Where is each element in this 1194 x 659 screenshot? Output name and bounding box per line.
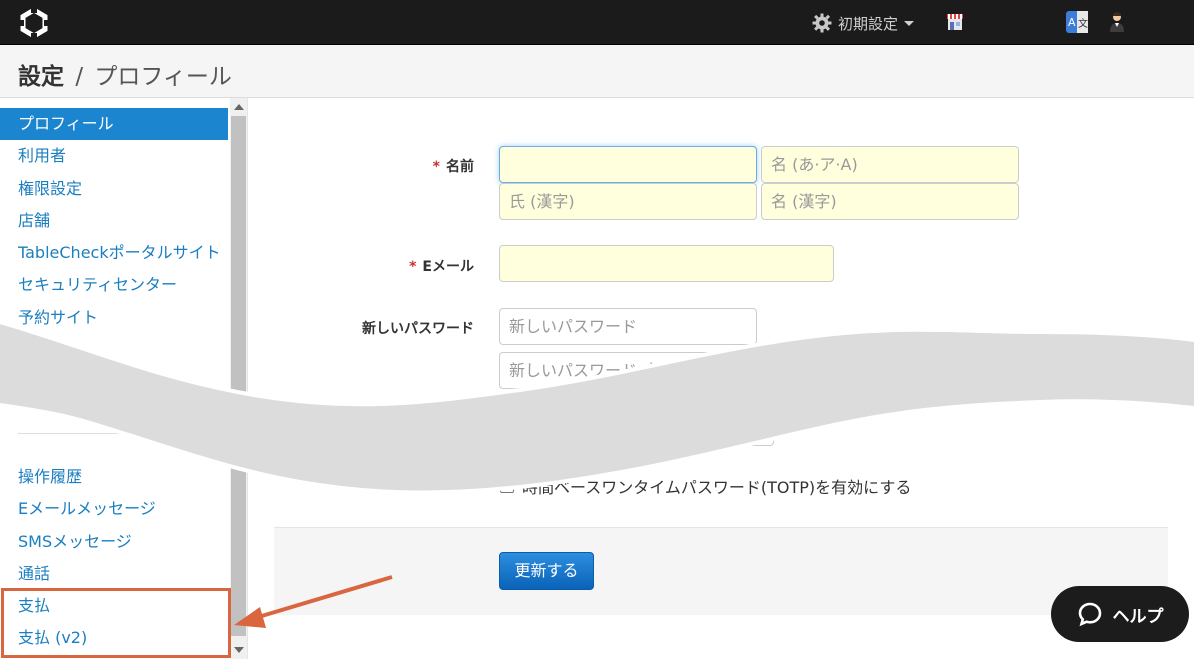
update-button[interactable]: 更新する [499, 552, 594, 590]
breadcrumb-separator: / [75, 64, 84, 90]
totp-label: 時間ベースワンタイムパスワード(TOTP)を有効にする [522, 478, 912, 497]
help-button[interactable]: ヘルプ [1051, 586, 1189, 642]
chat-bubble-icon [1078, 602, 1101, 627]
sidebar: プロフィール 利用者 権限設定 店舗 TableCheckポータルサイト セキュ… [0, 98, 248, 659]
sidebar-scrollbar[interactable] [230, 98, 247, 659]
svg-text:A: A [1068, 16, 1076, 29]
sidebar-item-booking-site[interactable]: 予約サイト [0, 302, 228, 334]
sidebar-item-portal[interactable]: TableCheckポータルサイト [0, 237, 228, 269]
settings-label: 初期設定 [838, 14, 899, 33]
top-navbar: 初期設定 A 文 [0, 0, 1194, 45]
confirm-password-input[interactable]: 新しいパスワード（確 [499, 352, 757, 389]
user-avatar-icon[interactable] [1107, 11, 1127, 33]
last-name-kanji-input[interactable]: 氏 (漢字) [499, 183, 757, 220]
sidebar-item-security-center[interactable]: セキュリティセンター [0, 269, 228, 301]
page-header: 設定 / プロフィール [0, 45, 1194, 98]
store-icon[interactable] [945, 12, 965, 32]
sidebar-item-audit-log[interactable]: 操作履歴 [0, 461, 228, 493]
first-name-kana-input[interactable]: 名 (あ·ア·A) [761, 146, 1019, 183]
scroll-thumb[interactable] [231, 116, 246, 636]
scroll-down-arrow-icon[interactable] [234, 647, 244, 653]
sidebar-menu: プロフィール 利用者 権限設定 店舗 TableCheckポータルサイト セキュ… [0, 108, 228, 334]
form-actions [274, 527, 1168, 615]
last-name-kana-input[interactable] [499, 146, 757, 183]
name-label: * 名前 [432, 159, 474, 175]
email-label: * Eメール [409, 259, 474, 275]
sidebar-item-permissions[interactable]: 権限設定 [0, 173, 228, 205]
sidebar-item-sms-messages[interactable]: SMSメッセージ [0, 526, 228, 558]
sidebar-item-email-messages[interactable]: Eメールメッセージ [0, 493, 228, 525]
svg-text:文: 文 [1078, 17, 1088, 30]
sidebar-item-users[interactable]: 利用者 [0, 140, 228, 172]
sidebar-item-shops[interactable]: 店舗 [0, 205, 228, 237]
sidebar-item-profile[interactable]: プロフィール [0, 108, 228, 141]
tablecheck-logo-icon[interactable] [18, 7, 50, 39]
breadcrumb: 設定 / プロフィール [18, 57, 232, 91]
gear-icon [812, 13, 832, 33]
page-subtitle: プロフィール [94, 64, 232, 90]
totp-checkbox[interactable] [500, 479, 514, 493]
chevron-down-icon [904, 20, 915, 26]
sidebar-item-calls[interactable]: 通話 [0, 558, 228, 590]
first-name-kanji-input[interactable]: 名 (漢字) [761, 183, 1019, 220]
help-label: ヘルプ [1112, 606, 1164, 627]
annotation-highlight-box [1, 588, 231, 658]
current-password-input[interactable] [500, 412, 774, 446]
sidebar-divider [18, 433, 228, 434]
totp-checkbox-row[interactable]: 時間ベースワンタイムパスワード(TOTP)を有効にする [500, 474, 911, 498]
new-password-label: 新しいパスワード [362, 321, 474, 337]
email-input[interactable] [499, 245, 834, 282]
page-title: 設定 [18, 64, 64, 90]
scroll-up-arrow-icon[interactable] [234, 104, 244, 110]
new-password-input[interactable]: 新しいパスワード [499, 308, 757, 345]
settings-dropdown[interactable]: 初期設定 [812, 12, 915, 34]
translate-icon[interactable]: A 文 [1066, 11, 1088, 33]
